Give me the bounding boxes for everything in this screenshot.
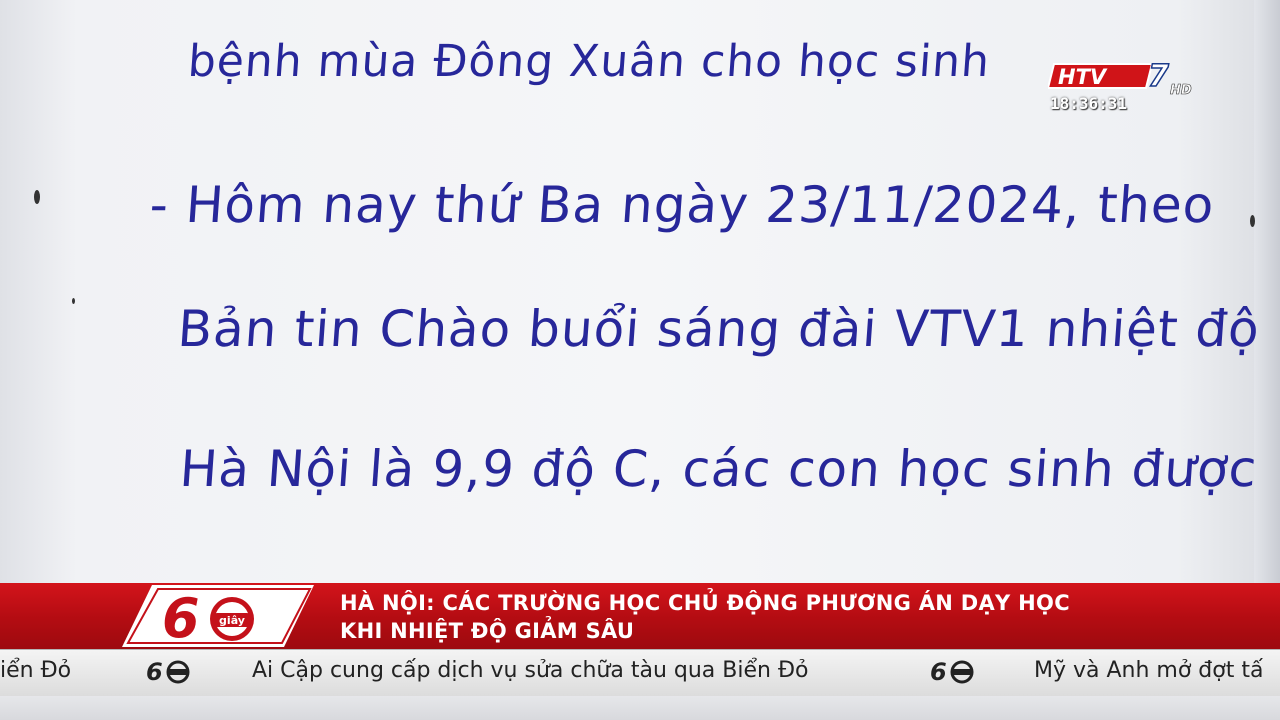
- badge-unit: giây: [219, 614, 245, 627]
- ticker-item: iển Đỏ: [0, 658, 72, 683]
- headline-line-1: HÀ NỘI: CÁC TRƯỜNG HỌC CHỦ ĐỘNG PHƯƠNG Á…: [340, 591, 1070, 615]
- ticker-item: Mỹ và Anh mở đợt tấ: [1034, 658, 1264, 683]
- handwriting-line: - Hôm nay thứ Ba ngày 23/11/2024, theo: [147, 176, 1217, 234]
- lower-board-strip: [0, 696, 1280, 720]
- headline-line-2: KHI NHIỆT ĐỘ GIẢM SÂU: [340, 619, 635, 643]
- badge-number: 6: [162, 587, 200, 649]
- broadcast-clock: 18:36:31: [1050, 94, 1128, 113]
- handwriting-line: Hà Nội là 9,9 độ C, các con học sinh đượ…: [177, 440, 1260, 498]
- sixty-seconds-ticker-icon: 6: [146, 658, 190, 685]
- sixty-seconds-ticker-icon: 6: [930, 658, 974, 685]
- htv-logo-text: HTV: [1058, 65, 1108, 89]
- seven-logo-text: 7: [1148, 60, 1169, 94]
- sixty-seconds-badge: 6 giây: [122, 585, 314, 649]
- handwriting-line: Bản tin Chào buổi sáng đài VTV1 nhiệt độ: [175, 300, 1262, 358]
- board-speck: [72, 298, 75, 304]
- ticker-item: Ai Cập cung cấp dịch vụ sửa chữa tàu qua…: [252, 658, 809, 683]
- headline-text: HÀ NỘI: CÁC TRƯỜNG HỌC CHỦ ĐỘNG PHƯƠNG Á…: [340, 589, 1070, 645]
- svg-text:6: 6: [146, 658, 163, 685]
- board-speck: [1250, 215, 1255, 227]
- board-speck: [34, 190, 40, 204]
- hd-label: HD: [1170, 83, 1192, 98]
- svg-text:6: 6: [930, 658, 947, 685]
- handwriting-line: bệnh mùa Đông Xuân cho học sinh: [186, 36, 992, 87]
